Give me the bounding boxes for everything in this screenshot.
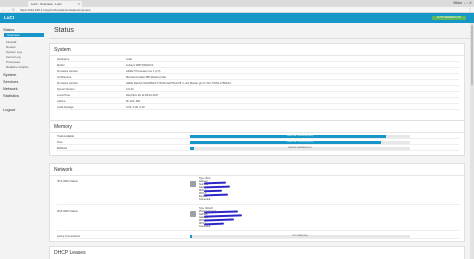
- auto-refresh-badge[interactable]: AUTO REFRESH ON: [432, 16, 466, 20]
- browser-user[interactable]: Viktor: [453, 1, 462, 6]
- table-row: Load Average 0.00, 0.00, 0.00: [57, 105, 459, 110]
- section-divider: [50, 175, 464, 176]
- progress-text: 448928 kB / 506260 kB (88%): [286, 135, 314, 137]
- row-label: Hostname: [57, 58, 70, 61]
- row-label: Firmware Version: [57, 82, 78, 85]
- main-content: Status System Hostname Lede Model Linksy…: [49, 23, 473, 259]
- sidebar-item-system-log[interactable]: System Log: [6, 50, 22, 54]
- row-value: Linksys WRT1900ACS: [126, 64, 154, 67]
- title-divider: [49, 38, 473, 39]
- active-connections-bar: 107 / 16384 (0%): [190, 235, 410, 238]
- row-label: Firmware Version: [57, 70, 78, 73]
- row-label: Architecture: [57, 76, 72, 79]
- row-label: Free: [57, 141, 63, 144]
- dhcp-leases-title: DHCP Leases: [54, 250, 86, 256]
- ipv4-wan-status: IPv4 WAN Status Type: dhcp Address: Netm…: [57, 177, 459, 205]
- sidebar-item-logout[interactable]: Logout: [3, 107, 15, 112]
- sidebar-item-overview[interactable]: Overview: [4, 33, 44, 37]
- network-section: Network IPv4 WAN Status Type: dhcp Addre…: [49, 163, 465, 242]
- row-label: Kernel Version: [57, 88, 75, 91]
- detail-line: Connected:: [199, 199, 211, 201]
- redaction-mark: [203, 181, 227, 185]
- app-header: LuCI AUTO REFRESH ON: [0, 13, 474, 23]
- page-scrollbar[interactable]: [470, 23, 474, 259]
- row-label: Buffered: [57, 147, 68, 150]
- redaction-mark: [203, 185, 231, 189]
- row-label: Load Average: [57, 106, 74, 109]
- row-value: Wed Nov 29 11:09:04 2017: [126, 94, 159, 97]
- row-label: Local Time: [57, 94, 70, 97]
- row-label: Total Available: [57, 135, 75, 138]
- sidebar-item-services[interactable]: Services: [3, 79, 18, 84]
- sidebar-item-routes[interactable]: Routes: [6, 45, 16, 49]
- sidebar-item-kernel-log[interactable]: Kernel Log: [6, 55, 21, 59]
- table-row: Total Available 448928 kB / 506260 kB (8…: [57, 134, 459, 139]
- memory-free-bar: 440004 kB / 506260 kB (86%): [190, 141, 410, 144]
- row-value: ARMv7 Processor rev 1 (v7l): [126, 70, 161, 73]
- row-value: LEDE Reboot SNAPSHOT r5016-4e67513c78 / …: [126, 82, 231, 85]
- table-row: Local Time Wed Nov 29 11:09:04 2017: [57, 93, 459, 98]
- sidebar-item-realtime-graphs[interactable]: Realtime Graphs: [6, 65, 29, 69]
- section-divider: [50, 132, 464, 133]
- progress-text: 8184 kB / 506260 kB (1%): [288, 147, 312, 149]
- tab-title: LuCI - Overview - LuCI: [31, 2, 62, 6]
- row-label: Active Connections: [57, 235, 81, 238]
- redaction-mark: [203, 193, 229, 197]
- redaction-mark: [203, 189, 223, 193]
- network-port-icon: [190, 181, 196, 187]
- sidebar-item-status[interactable]: Status: [3, 27, 14, 32]
- table-row: Firmware Version ARMv7 Processor rev 1 (…: [57, 69, 459, 74]
- redaction-mark: [203, 214, 243, 218]
- table-row: Buffered 8184 kB / 506260 kB (1%): [57, 146, 459, 151]
- redaction-mark: [203, 222, 225, 226]
- row-value: 0h 22m 38s: [126, 100, 141, 103]
- section-divider: [50, 55, 464, 56]
- row-label: Model: [57, 64, 65, 67]
- memory-section: Memory Total Available 448928 kB / 50626…: [49, 120, 465, 156]
- memory-title: Memory: [54, 124, 73, 130]
- table-row: Kernel Version 4.9.44: [57, 87, 459, 92]
- browser-tab-bar: LuCI - Overview - LuCI ✕ Viktor –▫✕: [0, 0, 474, 7]
- row-value: Lede: [126, 58, 132, 61]
- network-port-icon: [190, 211, 196, 217]
- row-label: Uptime: [57, 100, 66, 103]
- row-label: IPv4 WAN Status: [57, 180, 78, 183]
- row-value: 4.9.44: [126, 88, 134, 91]
- sidebar-item-statistics[interactable]: Statistics: [3, 93, 19, 98]
- sidebar-item-system[interactable]: System: [3, 72, 16, 77]
- redaction-mark: [203, 218, 235, 222]
- row-value: Marvell Armada 385 (Mvebu) Flat: [126, 76, 166, 79]
- sidebar-item-processes[interactable]: Processes: [6, 60, 20, 64]
- row-value: 0.00, 0.00, 0.00: [126, 106, 145, 109]
- sidebar: Status Overview Firewall Routes System L…: [0, 23, 46, 259]
- table-row: Uptime 0h 22m 38s: [57, 99, 459, 104]
- table-row: Hostname Lede: [57, 57, 459, 62]
- page-title: Status: [54, 27, 74, 34]
- sidebar-item-firewall[interactable]: Firewall: [6, 40, 16, 44]
- table-row: Active Connections 107 / 16384 (0%): [57, 234, 459, 239]
- memory-buffered-bar: 8184 kB / 506260 kB (1%): [190, 147, 410, 150]
- redaction-mark: [203, 210, 239, 214]
- memory-total-bar: 448928 kB / 506260 kB (88%): [190, 135, 410, 138]
- table-row: Architecture Marvell Armada 385 (Mvebu) …: [57, 75, 459, 80]
- table-row: Firmware Version LEDE Reboot SNAPSHOT r5…: [57, 81, 459, 86]
- progress-text: 440004 kB / 506260 kB (86%): [286, 141, 314, 143]
- system-title: System: [54, 47, 71, 53]
- progress-text: 107 / 16384 (0%): [292, 235, 308, 237]
- window-controls-icon[interactable]: –▫✕: [464, 1, 473, 6]
- table-row: Free 440004 kB / 506260 kB (86%): [57, 140, 459, 145]
- ipv6-wan-status: IPv6 WAN Status Type: dhcpv6 Prefix Dele…: [57, 207, 459, 231]
- row-label: IPv6 WAN Status: [57, 210, 78, 213]
- scroll-thumb[interactable]: [471, 25, 473, 85]
- dhcp-leases-section: DHCP Leases: [49, 246, 465, 259]
- detail-line: Connected:: [199, 226, 211, 228]
- brand-logo[interactable]: LuCI: [4, 13, 14, 23]
- sidebar-item-network[interactable]: Network: [3, 86, 18, 91]
- network-title: Network: [54, 167, 73, 173]
- table-row: Model Linksys WRT1900ACS: [57, 63, 459, 68]
